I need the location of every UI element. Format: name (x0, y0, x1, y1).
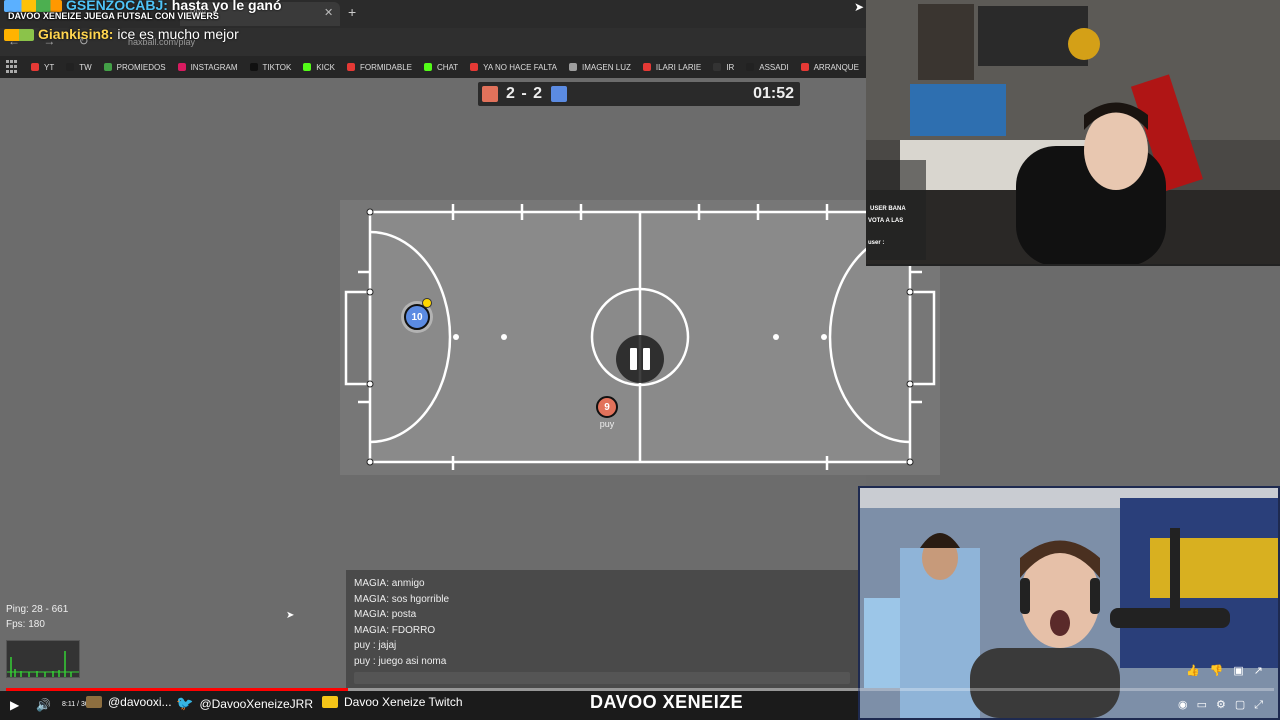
bookmark-icon (642, 63, 651, 71)
bookmarks-bar: YT TW PROMIEDOS INSTAGRAM TIKTOK KICK FORMIDAB… (0, 56, 866, 78)
game-chat-messages: MAGIA: anmigo MAGIA: sos hgorrible MAGIA: … (346, 570, 858, 669)
game-chat-message: MAGIA: FDORRO (354, 624, 436, 636)
social-twitch-text: Davoo Xeneize Twitch (344, 695, 463, 709)
webcam-overlay-line-1: USER BANA (870, 206, 906, 212)
bookmark-icon (713, 63, 722, 71)
bookmark-item[interactable]: ARRANQUE (800, 62, 859, 72)
volume-icon[interactable]: 🔊 (36, 698, 51, 712)
bookmark-label: ASSADI (759, 62, 789, 72)
game-chat-panel: MAGIA: anmigo MAGIA: sos hgorrible MAGIA: … (346, 570, 858, 688)
kick-icon (86, 696, 102, 708)
bookmark-icon (746, 63, 755, 71)
score: 2 - 2 (506, 85, 544, 102)
bookmark-icon (800, 63, 809, 71)
fps-text: Fps: 180 (6, 619, 45, 630)
match-timer: 01:52 (753, 85, 794, 102)
apps-grid-icon[interactable] (6, 60, 17, 74)
bookmark-item[interactable]: YA NO HACE FALTA (470, 63, 557, 72)
social-twitter: 🐦 @DavooXeneizeJRR (176, 695, 313, 712)
bookmark-item[interactable]: FORMIDABLE (346, 62, 412, 72)
overlay-chat-user-2: Giankisin8: (38, 26, 114, 42)
game-chat-input[interactable] (354, 672, 850, 684)
mouse-cursor-icon: ➤ (286, 610, 295, 621)
red-player: 9 (596, 396, 618, 418)
red-team-icon (482, 86, 498, 102)
bookmark-item[interactable]: IR (713, 63, 734, 72)
bookmark-item[interactable]: IMAGEN LUZ (568, 62, 631, 72)
scoreboard: 2 - 2 01:52 (478, 82, 800, 106)
pause-icon[interactable] (616, 335, 664, 383)
social-kick: @davooxi... (86, 695, 172, 709)
bookmark-item[interactable]: TIKTOK (249, 62, 292, 72)
youtube-icon (322, 696, 338, 708)
bookmark-label: TW (79, 62, 92, 72)
bookmark-icon (103, 63, 112, 71)
game-chat-message: puy : jajaj (354, 640, 397, 651)
bookmark-label: ARRANQUE (813, 62, 859, 72)
ping-text: Ping: 28 - 661 (6, 604, 69, 615)
new-tab-icon[interactable]: + (348, 4, 356, 20)
bookmark-label: TIKTOK (262, 62, 292, 72)
player-settings-icons[interactable]: ◉▭⚙▢⤢ (1178, 698, 1272, 712)
webcam-overlay-line-2: VOTA A LAS (868, 218, 904, 224)
social-twitter-text: @DavooXeneizeJRR (199, 696, 314, 711)
bookmark-label: YA NO HACE FALTA (483, 62, 557, 72)
bookmark-item[interactable]: CHAT (423, 62, 459, 72)
close-tab-icon[interactable]: ✕ (324, 6, 333, 19)
stream-title: DAVOO XENEIZE JUEGA FUTSAL CON VIEWERS (8, 11, 219, 21)
mouse-cursor-icon: ➤ (854, 0, 865, 14)
game-chat-message: MAGIA: posta (354, 609, 417, 620)
game-chat-message: MAGIA: anmigo (354, 578, 425, 589)
bookmark-item[interactable]: INSTAGRAM (177, 62, 238, 72)
bookmark-item[interactable]: PROMIEDOS (103, 62, 166, 72)
bookmark-label: PROMIEDOS (116, 62, 166, 72)
social-twitch: Davoo Xeneize Twitch (322, 695, 463, 709)
game-chat-message: puy : juego asi noma (354, 655, 447, 667)
bookmark-icon (346, 63, 355, 71)
bookmark-icon (66, 63, 75, 71)
bookmark-label: IMAGEN LUZ (581, 62, 631, 72)
bookmark-icon (470, 63, 479, 71)
twitter-icon: 🐦 (176, 695, 194, 711)
bookmark-label: YT (44, 62, 55, 72)
overlay-chat-text-2: ice es mucho mejor (117, 26, 239, 42)
bookmark-icon (568, 63, 577, 71)
bookmark-label: FORMIDABLE (359, 62, 412, 72)
bookmark-label: ILARI LARIE (655, 62, 702, 72)
bookmark-icon (423, 63, 432, 71)
bookmark-label: KICK (316, 62, 335, 72)
ball (422, 298, 432, 308)
chat-badges-icon (4, 29, 34, 42)
social-kick-text: @davooxi... (108, 695, 172, 709)
fps-graph (6, 640, 80, 678)
video-controls-icons[interactable]: 👍👎▣↗ (1186, 664, 1273, 677)
overlay-chat-line-2: Giankisin8: ice es mucho mejor (4, 26, 239, 42)
bookmark-item[interactable]: ASSADI (746, 62, 789, 72)
bookmark-label: IR (726, 62, 735, 72)
bookmark-item[interactable]: YT (31, 63, 54, 72)
streamer-brand: DAVOO XENEIZE (590, 692, 744, 712)
bookmark-icon (177, 63, 186, 71)
bookmark-label: CHAT (436, 62, 459, 72)
bookmark-icon (31, 63, 39, 71)
play-icon[interactable]: ▶ (10, 698, 19, 712)
blue-team-icon (551, 86, 568, 102)
bookmark-item[interactable]: KICK (303, 63, 335, 72)
red-player-name: puy (599, 419, 615, 429)
bookmark-item[interactable]: TW (66, 62, 92, 72)
webcam-guest: 👍👎▣↗ (858, 486, 1280, 720)
bookmark-item[interactable]: ILARI LARIE (642, 62, 702, 72)
bookmark-icon (303, 63, 312, 71)
game-chat-message: MAGIA: sos hgorrible (354, 593, 450, 605)
bookmark-icon (249, 63, 258, 71)
network-stats: Ping: 28 - 661 Fps: 180 (6, 602, 68, 632)
webcam-overlay-line-3: user : (868, 240, 885, 246)
webcam-streamer: USER BANA VOTA A LAS user : (866, 0, 1280, 266)
bookmark-label: INSTAGRAM (190, 62, 238, 72)
